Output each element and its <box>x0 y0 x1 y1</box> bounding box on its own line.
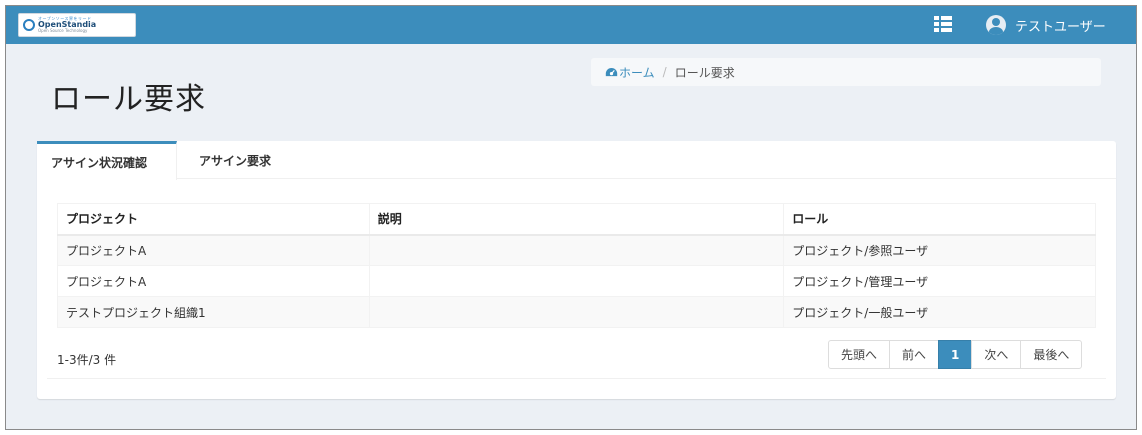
breadcrumb-current: ロール要求 <box>674 65 735 80</box>
cell-role: プロジェクト/管理ユーザ <box>783 265 1096 297</box>
tab-assignment-status[interactable]: アサイン状況確認 <box>37 141 177 180</box>
cell-project: プロジェクトA <box>57 234 370 266</box>
breadcrumb-home-label: ホーム <box>619 65 655 80</box>
table-row: プロジェクトA プロジェクト/管理ユーザ <box>57 265 1096 297</box>
result-count: 1-3件/3 件 <box>57 353 117 367</box>
pagination: 先頭へ 前へ 1 次へ 最後へ <box>828 340 1083 369</box>
user-menu[interactable]: テストユーザー <box>986 14 1106 36</box>
role-table: プロジェクト 説明 ロール プロジェクトA プロジェクト/参照ユーザ プロジェク… <box>57 203 1096 328</box>
logo-sub: Open Source Technology <box>38 28 88 33</box>
openstandia-logo[interactable]: オープンソース界をリード OpenStandia Open Source Tec… <box>18 13 136 37</box>
breadcrumb-separator: / <box>662 65 667 79</box>
column-header-role[interactable]: ロール <box>783 203 1096 236</box>
pagination-first-button[interactable]: 先頭へ <box>828 340 891 369</box>
cell-description <box>368 265 785 297</box>
table-row: プロジェクトA プロジェクト/参照ユーザ <box>57 234 1096 266</box>
logo-text: オープンソース界をリード OpenStandia Open Source Tec… <box>38 17 96 33</box>
panel-divider <box>47 378 1106 379</box>
tab-assignment-request[interactable]: アサイン要求 <box>185 141 285 179</box>
cell-description <box>368 234 785 266</box>
top-navbar: オープンソース界をリード OpenStandia Open Source Tec… <box>6 6 1136 44</box>
table-header-row: プロジェクト 説明 ロール <box>57 203 1096 236</box>
user-name: テストユーザー <box>1015 19 1106 35</box>
logo-mark-icon <box>23 19 35 31</box>
breadcrumb: ホーム / ロール要求 <box>591 58 1101 86</box>
cell-role: プロジェクト/一般ユーザ <box>783 296 1096 328</box>
pagination-next-button[interactable]: 次へ <box>971 340 1022 369</box>
app-frame: オープンソース界をリード OpenStandia Open Source Tec… <box>5 5 1137 430</box>
tab-bar: アサイン状況確認 アサイン要求 <box>37 141 1116 180</box>
list-icon[interactable] <box>934 16 952 32</box>
cell-project: プロジェクトA <box>57 265 370 297</box>
user-avatar-icon <box>986 15 1006 35</box>
cell-project: テストプロジェクト組織1 <box>57 296 370 328</box>
pagination-last-button[interactable]: 最後へ <box>1020 340 1083 369</box>
pagination-prev-button[interactable]: 前へ <box>889 340 940 369</box>
dashboard-icon <box>605 67 618 77</box>
column-header-project[interactable]: プロジェクト <box>57 203 370 236</box>
content-panel: アサイン状況確認 アサイン要求 プロジェクト 説明 ロール プロジェクトA プロ… <box>37 141 1116 399</box>
cell-role: プロジェクト/参照ユーザ <box>783 234 1096 266</box>
page-title: ロール要求 <box>51 82 206 117</box>
breadcrumb-home-link[interactable]: ホーム <box>605 64 655 81</box>
column-header-description[interactable]: 説明 <box>368 203 785 236</box>
role-table-wrapper: プロジェクト 説明 ロール プロジェクトA プロジェクト/参照ユーザ プロジェク… <box>57 203 1096 328</box>
table-row: テストプロジェクト組織1 プロジェクト/一般ユーザ <box>57 296 1096 328</box>
pagination-page-1[interactable]: 1 <box>938 340 973 369</box>
cell-description <box>368 296 785 328</box>
